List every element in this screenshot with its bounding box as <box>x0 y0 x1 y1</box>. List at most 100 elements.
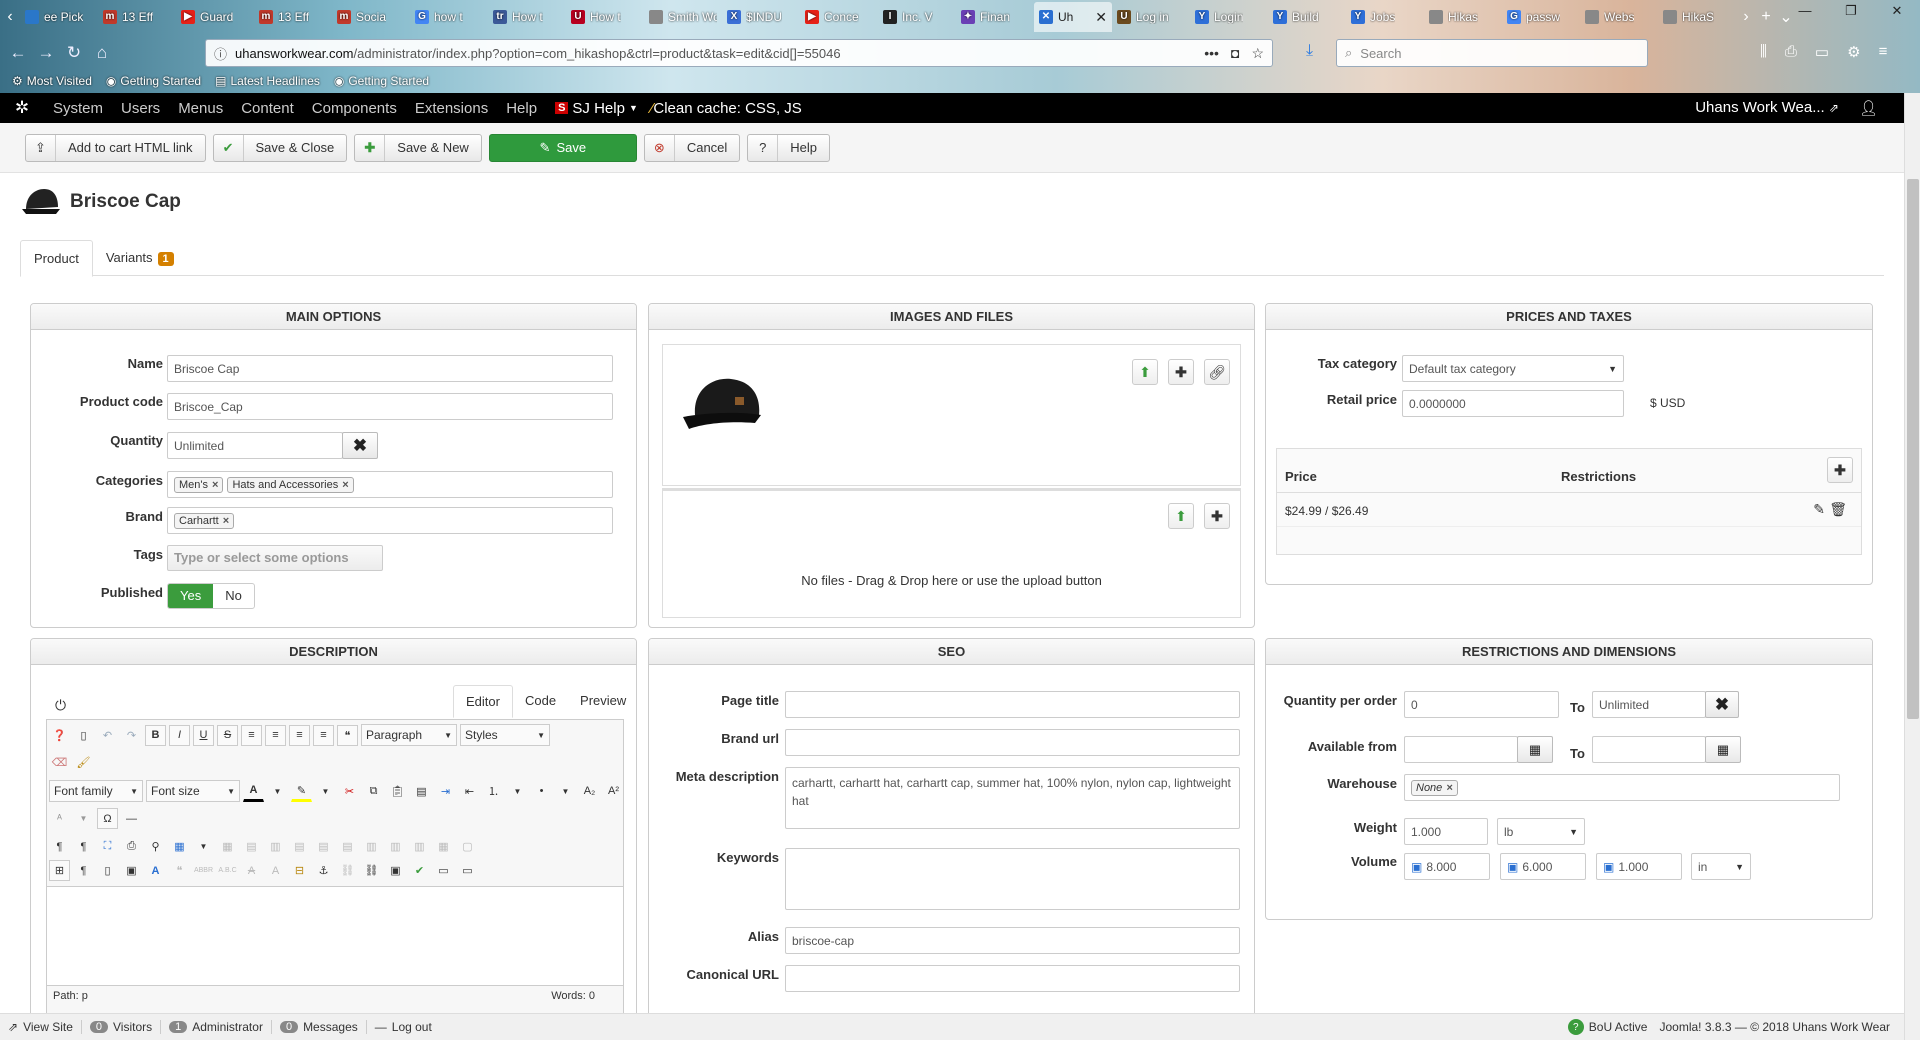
insert-row-before-icon[interactable]: ▤ <box>289 836 310 857</box>
cell-props-icon[interactable]: ▥ <box>265 836 286 857</box>
bookmark-item[interactable]: ◉ Getting Started <box>106 74 201 88</box>
canonical-url-input[interactable] <box>785 965 1240 992</box>
browser-tab[interactable]: Gpassw <box>1502 2 1580 32</box>
add-file-icon[interactable]: ✚ <box>1204 503 1230 529</box>
delete-price-icon[interactable]: 🗑︎ <box>1829 501 1847 518</box>
weight-unit-select[interactable]: lb ▼ <box>1497 818 1585 845</box>
library-icon[interactable]: ⫼ <box>1760 43 1767 61</box>
menu-sj-help[interactable]: S SJ Help ▼ <box>546 100 647 117</box>
browser-tab[interactable]: I Inc. V <box>878 2 956 32</box>
page-title-input[interactable] <box>785 691 1240 718</box>
quantity-min-input[interactable]: 0 <box>1404 691 1559 718</box>
image-icon[interactable]: ▣ <box>121 860 142 881</box>
fullscreen-icon[interactable]: ⛶ <box>97 836 118 857</box>
insert-row-after-icon[interactable]: ▤ <box>313 836 334 857</box>
split-cells-icon[interactable]: ▦ <box>433 836 454 857</box>
tab-code[interactable]: Code <box>513 685 568 718</box>
browser-tab[interactable]: Hikas <box>1424 2 1502 32</box>
visitors-link[interactable]: 0 Visitors <box>82 1020 162 1034</box>
strikethrough-icon[interactable]: S <box>217 724 238 746</box>
help-icon[interactable]: ❓ <box>49 725 70 746</box>
menu-users[interactable]: Users <box>112 100 169 117</box>
menu-components[interactable]: Components <box>303 100 406 117</box>
warehouse-input[interactable]: None × <box>1404 774 1840 801</box>
acronym-icon[interactable]: A.B.C <box>217 860 238 881</box>
browser-tab[interactable]: Webs <box>1580 2 1658 32</box>
help-button[interactable]: ? Help <box>747 133 831 162</box>
insert-col-after-icon[interactable]: ▥ <box>385 836 406 857</box>
chip-remove-icon[interactable]: × <box>223 515 229 527</box>
close-window-icon[interactable]: ✕ <box>1874 0 1920 22</box>
paste-icon[interactable]: 📋︎ <box>387 781 408 802</box>
add-to-cart-html-link-button[interactable]: ⇪ Add to cart HTML link <box>25 133 206 162</box>
tab-variants[interactable]: Variants 1 <box>93 240 187 277</box>
close-tab-icon[interactable]: ✕ <box>1095 9 1107 26</box>
browser-tab[interactable]: ✕ Uh ✕ <box>1034 2 1112 32</box>
text-color-icon[interactable]: A <box>243 781 264 802</box>
settings-gear-icon[interactable]: ⚙ <box>1847 43 1860 61</box>
upload-image-icon[interactable]: ⬆ <box>1132 359 1158 385</box>
ltr-icon[interactable]: ¶ <box>49 836 70 857</box>
browser-tab[interactable]: U How t <box>566 2 644 32</box>
categories-input[interactable]: Men's × Hats and Accessories × <box>167 471 613 498</box>
site-name-link[interactable]: Uhans Work Wea... ⇗ <box>1695 99 1839 117</box>
published-yes-option[interactable]: Yes <box>168 584 214 608</box>
link-icon[interactable]: ⛓ <box>361 860 382 881</box>
menu-menus[interactable]: Menus <box>169 100 232 117</box>
add-image-icon[interactable]: ✚ <box>1168 359 1194 385</box>
attributes-icon[interactable]: ⊟ <box>289 860 310 881</box>
align-right-icon[interactable]: ≡ <box>313 724 334 746</box>
subscript-icon[interactable]: A₂ <box>579 781 600 802</box>
quantity-clear-button[interactable]: ✖ <box>342 432 378 459</box>
bookmark-star-icon[interactable]: ☆ <box>1251 45 1264 62</box>
minimize-icon[interactable]: — <box>1782 0 1828 22</box>
add-price-icon[interactable]: ✚ <box>1827 457 1853 483</box>
style-props-icon[interactable]: A <box>145 860 166 881</box>
underline-icon[interactable]: U <box>193 724 214 746</box>
menu-icon[interactable]: ≡ <box>1879 43 1888 61</box>
retail-price-input[interactable]: 0.0000000 <box>1402 390 1624 417</box>
browser-tab[interactable]: U Log in <box>1112 2 1190 32</box>
anchor-icon[interactable]: ⚓︎ <box>313 860 334 881</box>
reload-icon[interactable]: ↻ <box>60 43 88 63</box>
volume-height-input[interactable]: ▣ 1.000 <box>1596 853 1682 880</box>
browser-tab[interactable]: Ghow t <box>410 2 488 32</box>
undo-icon[interactable]: ↶ <box>97 725 118 746</box>
available-to-calendar-button[interactable]: ▦ <box>1705 736 1741 763</box>
bookmark-item[interactable]: ◉ Getting Started <box>334 74 429 88</box>
menu-system[interactable]: System <box>44 100 112 117</box>
user-menu-icon[interactable]: 👤︎ <box>1859 99 1878 117</box>
blockquote-icon[interactable]: ❝ <box>337 724 358 746</box>
chip-remove-icon[interactable]: × <box>342 479 348 491</box>
readmore-icon[interactable]: ▭ <box>457 860 478 881</box>
paste-text-icon[interactable]: ▤ <box>411 781 432 802</box>
spellcheck-icon[interactable]: ✔ <box>409 860 430 881</box>
save-close-button[interactable]: ✔ Save & Close <box>212 133 348 162</box>
back-icon[interactable]: ← <box>4 43 32 63</box>
home-icon[interactable]: ⌂ <box>88 43 116 63</box>
pocket-icon[interactable]: ◘ <box>1231 45 1239 62</box>
delete-row-icon[interactable]: ▤ <box>337 836 358 857</box>
available-from-input[interactable] <box>1404 736 1518 763</box>
tab-scroll-right-icon[interactable]: › <box>1736 8 1756 26</box>
redo-icon[interactable]: ↷ <box>121 725 142 746</box>
volume-unit-select[interactable]: in ▼ <box>1691 853 1751 880</box>
italic-icon[interactable]: I <box>169 724 190 746</box>
template-icon[interactable]: ▯ <box>97 860 118 881</box>
joomla-logo-icon[interactable]: ✲ <box>0 98 44 118</box>
tax-category-select[interactable]: Default tax category ▼ <box>1402 355 1624 382</box>
bullet-list-icon[interactable]: • <box>531 781 552 802</box>
caret-down-icon[interactable]: ▼ <box>555 781 576 802</box>
cut-icon[interactable]: ✂ <box>339 781 360 802</box>
menu-content[interactable]: Content <box>232 100 303 117</box>
sidebar-icon[interactable]: ▭ <box>1815 43 1829 61</box>
browser-tab[interactable]: ▶ Conce <box>800 2 878 32</box>
numbered-list-icon[interactable]: ⒈ <box>483 781 504 802</box>
administrator-link[interactable]: 1 Administrator <box>161 1020 272 1034</box>
product-image[interactable] <box>681 373 765 435</box>
insert-col-before-icon[interactable]: ▥ <box>361 836 382 857</box>
browser-tab[interactable]: Y Login <box>1190 2 1268 32</box>
superscript-icon[interactable]: A² <box>603 781 624 802</box>
text-direction-icon[interactable]: ᴬ <box>49 808 70 829</box>
menu-extensions[interactable]: Extensions <box>406 100 497 117</box>
